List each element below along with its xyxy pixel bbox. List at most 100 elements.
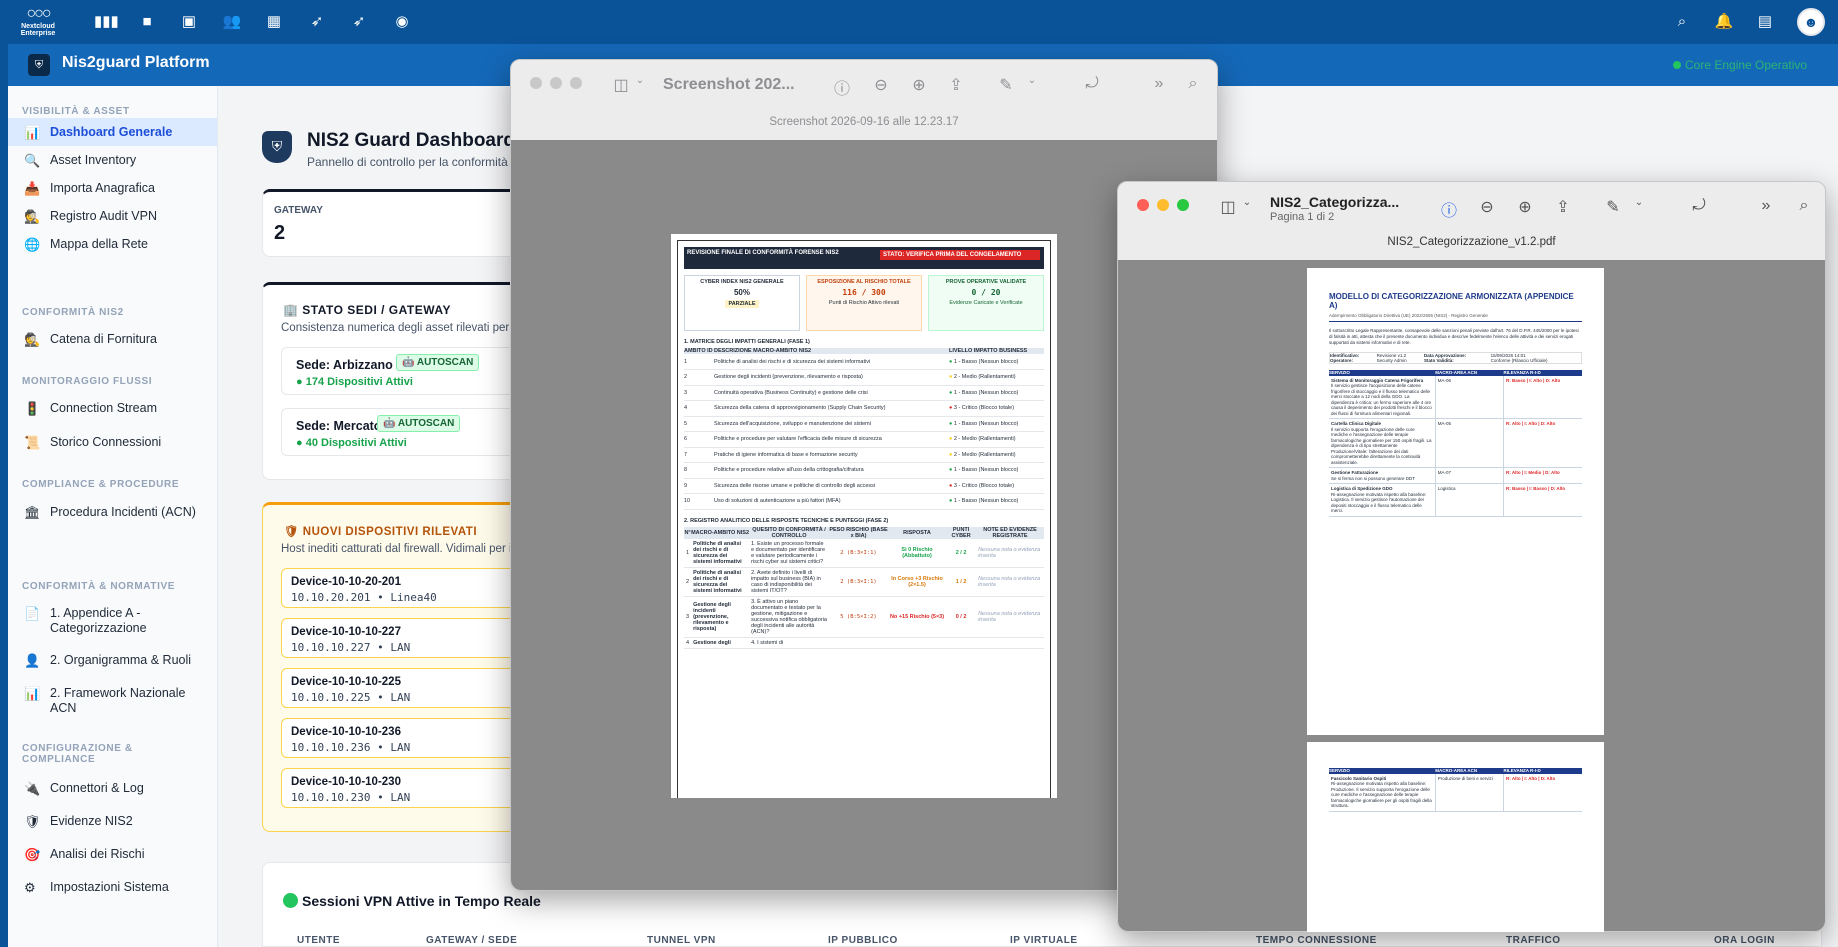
device-name: Device-10-10-20-201 bbox=[291, 576, 401, 588]
table-row: Cartella Clinica Digitale Il servizio sup… bbox=[1329, 418, 1582, 468]
contacts-menu-icon[interactable]: ▤ bbox=[1755, 12, 1775, 32]
zoom-button[interactable] bbox=[570, 77, 582, 89]
ambito-id: 2 bbox=[684, 374, 688, 381]
sidebar-item-registro-audit-vpn[interactable]: 🕵 Registro Audit VPN bbox=[8, 209, 217, 224]
autoscan-badge: 🤖 AUTOSCAN bbox=[396, 354, 480, 371]
table-row: 6 Politiche e procedure per valutare l'ef… bbox=[684, 432, 1044, 447]
col-risposta: RISPOSTA bbox=[903, 529, 931, 536]
search-icon[interactable]: ⌕ bbox=[1672, 12, 1692, 32]
sidebar-item-label: Analisi dei Rischi bbox=[50, 847, 145, 861]
zoom-in-icon[interactable]: ⊕ bbox=[1514, 197, 1536, 217]
contacts-app-icon[interactable]: 👥 bbox=[222, 12, 242, 32]
ambito-descrizione: Pratiche di igiene informatica di base e… bbox=[714, 451, 858, 458]
share-icon[interactable]: ⇪ bbox=[1552, 197, 1574, 217]
sede-device-count: ● 40 Dispositivi Attivi bbox=[296, 437, 407, 449]
sidebar-item-organigramma[interactable]: 👤 2. Organigramma & Ruoli bbox=[8, 653, 217, 668]
ambito-descrizione: Politiche di analisi dei rischi e di sic… bbox=[714, 358, 871, 365]
ambito-id: 10 bbox=[684, 498, 691, 505]
sidebar: VISIBILITÀ & ASSET 📊 Dashboard Generale 🔍… bbox=[8, 86, 218, 947]
device-item[interactable]: Device-10-10-10-236 10.10.10.236 • LAN bbox=[281, 718, 521, 758]
map-app-icon[interactable]: ◉ bbox=[392, 12, 412, 32]
nis2guard-app-icon[interactable]: ➶ bbox=[307, 12, 327, 32]
sidebar-item-connettori-log[interactable]: 🔌 Connettori & Log bbox=[8, 781, 217, 796]
sidebar-item-dashboard[interactable]: 📊 Dashboard Generale bbox=[8, 118, 217, 146]
dashboard-app-icon[interactable]: ▮▮▮ bbox=[94, 12, 119, 32]
rotate-icon[interactable]: ⤾ bbox=[1688, 197, 1710, 215]
search-icon[interactable]: ⌕ bbox=[1182, 75, 1204, 93]
risposta: In Corso +3 Rischio (2×1.5) bbox=[891, 575, 943, 588]
close-button[interactable] bbox=[530, 77, 542, 89]
report-state-badge: STATO: VERIFICA PRIMA DEL CONGELAMENTO bbox=[880, 250, 1040, 260]
rotate-icon[interactable]: ⤾ bbox=[1081, 75, 1103, 93]
chevron-down-icon[interactable]: ⌄ bbox=[1628, 197, 1650, 208]
sidebar-item-label: Impostazioni Sistema bbox=[50, 880, 169, 894]
device-item[interactable]: Device-10-10-20-201 10.10.20.201 • Linea4… bbox=[281, 568, 521, 608]
sidebar-item-framework-acn[interactable]: 📊 2. Framework Nazionale ACN bbox=[8, 686, 203, 716]
risposta: Sì 0 Rischio (Abbattuto) bbox=[901, 546, 933, 559]
sidebar-item-storico-connessioni[interactable]: 📜 Storico Connessioni bbox=[8, 435, 217, 450]
zoom-button[interactable] bbox=[1177, 199, 1189, 211]
preview-window-pdf[interactable]: ◫ ⌄ NIS2_Categorizza... Pagina 1 di 2 ⓘ … bbox=[1117, 181, 1826, 932]
sidebar-item-connection-stream[interactable]: 🚦 Connection Stream bbox=[8, 401, 217, 416]
sidebar-item-mappa-rete[interactable]: 🌐 Mappa della Rete bbox=[8, 237, 217, 252]
livello-text: 1 - Basso (Nessun blocco) bbox=[953, 389, 1019, 396]
chevron-down-icon[interactable]: ⌄ bbox=[629, 75, 651, 86]
section1-title: 1. MATRICE DEGLI IMPATTI GENERALI (FASE … bbox=[684, 339, 810, 345]
zoom-out-icon[interactable]: ⊖ bbox=[1476, 197, 1498, 217]
share-icon[interactable]: ⇪ bbox=[945, 75, 967, 95]
chevron-down-icon[interactable]: ⌄ bbox=[1021, 75, 1043, 86]
sede-card[interactable]: Sede: Mercato 🤖 AUTOSCAN ● 40 Dispositiv… bbox=[281, 408, 521, 456]
table-row: 1 Politiche di analisi dei rischi e di si… bbox=[684, 539, 1044, 567]
notifications-bell-icon[interactable]: 🔔 bbox=[1714, 12, 1734, 32]
sidebar-item-label: Dashboard Generale bbox=[50, 125, 173, 139]
col-macro: MACRO-AMBITO NIS2 bbox=[691, 529, 750, 536]
sidebar-item-procedura-incidenti[interactable]: 🏛 Procedura Incidenti (ACN) bbox=[8, 505, 208, 520]
search-icon[interactable]: ⌕ bbox=[1793, 197, 1815, 215]
nextcloud-logo[interactable]: ○○○ Nextcloud Enterprise bbox=[16, 5, 60, 39]
window-title: Screenshot 202... bbox=[663, 76, 795, 93]
info-icon[interactable]: ⓘ bbox=[1438, 197, 1460, 221]
chevron-down-icon[interactable]: ⌄ bbox=[1236, 197, 1258, 208]
macro-area: MA-06 bbox=[1435, 375, 1505, 419]
zoom-in-icon[interactable]: ⊕ bbox=[908, 75, 930, 95]
close-button[interactable] bbox=[1137, 199, 1149, 211]
markup-pen-icon[interactable]: ✎ bbox=[1602, 197, 1624, 217]
device-item[interactable]: Device-10-10-10-227 10.10.10.227 • LAN bbox=[281, 618, 521, 658]
rilevanza: R: Basso | I: Basso | D: Alto bbox=[1506, 486, 1566, 491]
sidebar-item-impostazioni[interactable]: ⚙ Impostazioni Sistema bbox=[8, 880, 217, 895]
sidebar-item-asset-inventory[interactable]: 🔍 Asset Inventory bbox=[8, 153, 217, 168]
gear-icon: ⚙ bbox=[24, 880, 36, 895]
robot-icon: 🤖 bbox=[383, 418, 398, 429]
sidebar-item-evidenze-nis2[interactable]: 🛡 Evidenze NIS2 bbox=[8, 814, 217, 829]
user-avatar[interactable]: ☻ bbox=[1797, 8, 1825, 36]
device-item[interactable]: Device-10-10-10-225 10.10.10.225 • LAN bbox=[281, 668, 521, 708]
minimize-button[interactable] bbox=[550, 77, 562, 89]
markup-pen-icon[interactable]: ✎ bbox=[995, 75, 1017, 95]
livello-text: 1 - Basso (Nessun blocco) bbox=[953, 498, 1019, 505]
more-chevrons-icon[interactable]: » bbox=[1755, 197, 1777, 215]
sidebar-item-label: Mappa della Rete bbox=[50, 237, 148, 251]
sede-card[interactable]: Sede: Arbizzano 🤖 AUTOSCAN ● 174 Disposi… bbox=[281, 347, 521, 395]
sidebar-item-label: Registro Audit VPN bbox=[50, 209, 157, 223]
preview-window-screenshot[interactable]: ◫ ⌄ Screenshot 202... ⓘ ⊖ ⊕ ⇪ ✎ ⌄ ⤾ » ⌕ … bbox=[510, 59, 1218, 891]
shield-app-icon[interactable]: ➶ bbox=[349, 12, 369, 32]
sidebar-item-catena-fornitura[interactable]: 🕵 Catena di Fornitura bbox=[8, 332, 217, 347]
zoom-out-icon[interactable]: ⊖ bbox=[870, 75, 892, 95]
pdf-page-2: SERVIZIO MACRO-AREA ACN RILEVANZA R-I-D Fa… bbox=[1307, 742, 1604, 932]
gateway-kpi-card bbox=[262, 189, 522, 257]
sidebar-item-analisi-rischi[interactable]: 🎯 Analisi dei Rischi bbox=[8, 847, 217, 862]
sidebar-item-importa-anagrafica[interactable]: 📥 Importa Anagrafica bbox=[8, 181, 217, 196]
sidebar-item-appendice-a[interactable]: 📄 1. Appendice A - Categorizzazione bbox=[8, 606, 203, 636]
info-icon[interactable]: ⓘ bbox=[831, 75, 853, 99]
files-app-icon[interactable]: ■ bbox=[137, 12, 157, 32]
calendar-app-icon[interactable]: ▦ bbox=[264, 12, 284, 32]
photos-app-icon[interactable]: ▣ bbox=[179, 12, 199, 32]
minimize-button[interactable] bbox=[1157, 199, 1169, 211]
gateway-label: GATEWAY bbox=[274, 205, 323, 216]
kpi-title: PROVE OPERATIVE VALIDATE bbox=[945, 279, 1027, 285]
ambito-id: 6 bbox=[684, 436, 688, 443]
more-chevrons-icon[interactable]: » bbox=[1148, 75, 1170, 93]
vpn-col-ip-virtuale: IP VIRTUALE bbox=[1010, 935, 1078, 946]
brand-line2: Enterprise bbox=[20, 30, 56, 37]
device-item[interactable]: Device-10-10-10-230 10.10.10.230 • LAN bbox=[281, 768, 521, 808]
